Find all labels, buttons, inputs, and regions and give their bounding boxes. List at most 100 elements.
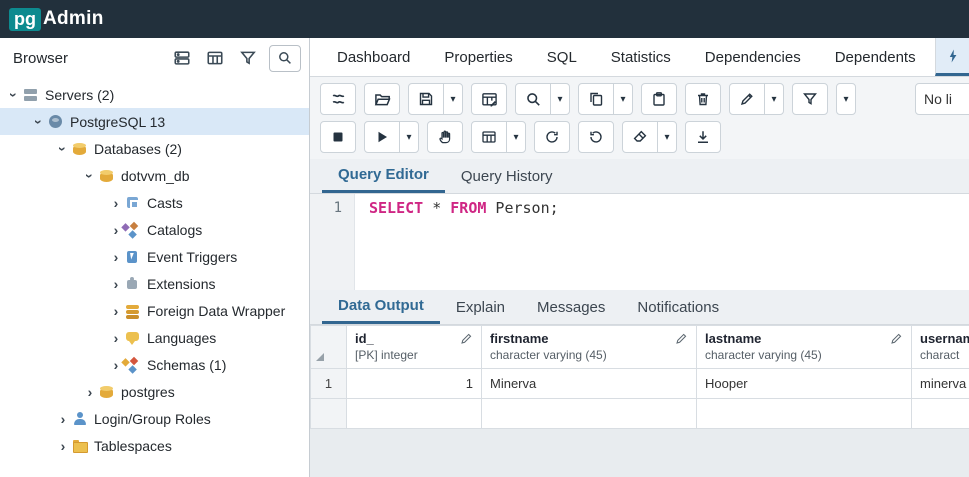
editor-gutter: 1: [310, 194, 355, 290]
chevron-down-icon[interactable]: ›: [6, 87, 22, 103]
row-number[interactable]: 1: [310, 368, 347, 399]
browser-title: Browser: [13, 49, 69, 67]
tab-data-output[interactable]: Data Output: [322, 290, 440, 324]
chevron-right-icon[interactable]: ›: [108, 250, 124, 264]
tab-dependencies[interactable]: Dependencies: [688, 38, 818, 76]
tree-item-schemas[interactable]: › Schemas (1): [0, 351, 309, 378]
paste-button[interactable]: [641, 83, 677, 115]
find-icon: [526, 92, 540, 106]
chevron-down-icon[interactable]: ›: [82, 168, 98, 184]
column-header-id[interactable]: id_ [PK] integer: [346, 325, 482, 369]
search-button[interactable]: [269, 44, 301, 72]
tree-item-postgres[interactable]: › postgres: [0, 378, 309, 405]
tree-item-dotvvm-db[interactable]: › dotvvm_db: [0, 162, 309, 189]
chevron-right-icon[interactable]: ›: [108, 304, 124, 318]
copy-menu-button[interactable]: ▾: [613, 83, 633, 115]
quick-server-icon[interactable]: [170, 46, 194, 70]
table-icon[interactable]: [203, 46, 227, 70]
tree-item-servers[interactable]: › Servers (2): [0, 81, 309, 108]
filter-button[interactable]: [792, 83, 828, 115]
casts-icon: [124, 195, 142, 211]
chevron-down-icon: ▾: [557, 93, 563, 105]
connection-button[interactable]: [320, 83, 356, 115]
commit-icon: [546, 131, 558, 143]
cell-username[interactable]: [911, 398, 969, 429]
tree-item-catalogs[interactable]: › Catalogs: [0, 216, 309, 243]
filter-icon[interactable]: [236, 46, 260, 70]
cell-firstname[interactable]: [481, 398, 697, 429]
cell-lastname[interactable]: [696, 398, 912, 429]
tab-notifications[interactable]: Notifications: [621, 290, 735, 324]
open-file-button[interactable]: [364, 83, 400, 115]
edit-button[interactable]: [729, 83, 765, 115]
chevron-down-icon[interactable]: ›: [55, 141, 71, 157]
chevron-right-icon[interactable]: ›: [55, 412, 71, 426]
execute-button[interactable]: [364, 121, 400, 153]
tree-item-extensions[interactable]: › Extensions: [0, 270, 309, 297]
row-number[interactable]: [310, 398, 347, 429]
chevron-right-icon[interactable]: ›: [108, 277, 124, 291]
explain-menu-button[interactable]: ▾: [506, 121, 526, 153]
edit-grid-button[interactable]: [471, 83, 507, 115]
copy-icon: [590, 92, 603, 106]
chevron-down-icon[interactable]: ›: [31, 114, 47, 130]
cancel-query-button[interactable]: [320, 121, 356, 153]
copy-button[interactable]: [578, 83, 614, 115]
row-limit-select[interactable]: No li: [915, 83, 969, 115]
chevron-right-icon[interactable]: ›: [108, 223, 124, 237]
tab-messages[interactable]: Messages: [521, 290, 621, 324]
tree-item-languages[interactable]: › Languages: [0, 324, 309, 351]
chevron-right-icon[interactable]: ›: [108, 358, 124, 372]
tab-statistics[interactable]: Statistics: [594, 38, 688, 76]
tree-item-postgresql-13[interactable]: › PostgreSQL 13: [0, 108, 309, 135]
chevron-right-icon[interactable]: ›: [55, 439, 71, 453]
chevron-right-icon[interactable]: ›: [108, 331, 124, 345]
cell-username[interactable]: minerva: [911, 368, 969, 399]
select-all-corner[interactable]: [310, 325, 347, 369]
tab-query-tool[interactable]: [935, 38, 969, 76]
explain-analyze-button[interactable]: [471, 121, 507, 153]
sql-editor: 1 SELECT * FROM Person;: [310, 194, 969, 290]
explain-button[interactable]: [427, 121, 463, 153]
delete-button[interactable]: [685, 83, 721, 115]
save-menu-button[interactable]: ▾: [443, 83, 463, 115]
cell-lastname[interactable]: Hooper: [696, 368, 912, 399]
sql-code-area[interactable]: SELECT * FROM Person;: [355, 194, 969, 290]
filter-menu-button[interactable]: ▾: [836, 83, 856, 115]
tab-explain[interactable]: Explain: [440, 290, 521, 324]
tree-item-casts[interactable]: › Casts: [0, 189, 309, 216]
cell-id[interactable]: [346, 398, 482, 429]
cell-id[interactable]: 1: [346, 368, 482, 399]
edit-menu-button[interactable]: ▾: [764, 83, 784, 115]
find-menu-button[interactable]: ▾: [550, 83, 570, 115]
clear-menu-button[interactable]: ▾: [657, 121, 677, 153]
column-header-firstname[interactable]: firstname character varying (45): [481, 325, 697, 369]
query-tool-toolbar: ▾ ▾ ▾ ▾ ▾ No li ▾ ▾ ▾: [310, 77, 969, 159]
tab-properties[interactable]: Properties: [427, 38, 529, 76]
download-csv-button[interactable]: [685, 121, 721, 153]
tree-item-databases[interactable]: › Databases (2): [0, 135, 309, 162]
find-button[interactable]: [515, 83, 551, 115]
tree-item-login-group-roles[interactable]: › Login/Group Roles: [0, 405, 309, 432]
tab-sql[interactable]: SQL: [530, 38, 594, 76]
tab-dependents[interactable]: Dependents: [818, 38, 933, 76]
chevron-right-icon[interactable]: ›: [82, 385, 98, 399]
eraser-icon: [633, 130, 647, 142]
tab-query-history[interactable]: Query History: [445, 159, 569, 193]
rollback-button[interactable]: [578, 121, 614, 153]
tab-dashboard[interactable]: Dashboard: [320, 38, 427, 76]
tree-item-foreign-data-wrapper[interactable]: › Foreign Data Wrapper: [0, 297, 309, 324]
commit-button[interactable]: [534, 121, 570, 153]
execute-menu-button[interactable]: ▾: [399, 121, 419, 153]
chevron-right-icon[interactable]: ›: [108, 196, 124, 210]
column-header-username[interactable]: usernam charact: [911, 325, 969, 369]
edit-icon: [740, 93, 753, 106]
tree-item-event-triggers[interactable]: › Event Triggers: [0, 243, 309, 270]
save-button[interactable]: [408, 83, 444, 115]
tab-query-editor[interactable]: Query Editor: [322, 159, 445, 193]
column-header-lastname[interactable]: lastname character varying (45): [696, 325, 912, 369]
main-panel: Dashboard Properties SQL Statistics Depe…: [310, 38, 969, 477]
cell-firstname[interactable]: Minerva: [481, 368, 697, 399]
tree-item-tablespaces[interactable]: › Tablespaces: [0, 432, 309, 459]
clear-button[interactable]: [622, 121, 658, 153]
